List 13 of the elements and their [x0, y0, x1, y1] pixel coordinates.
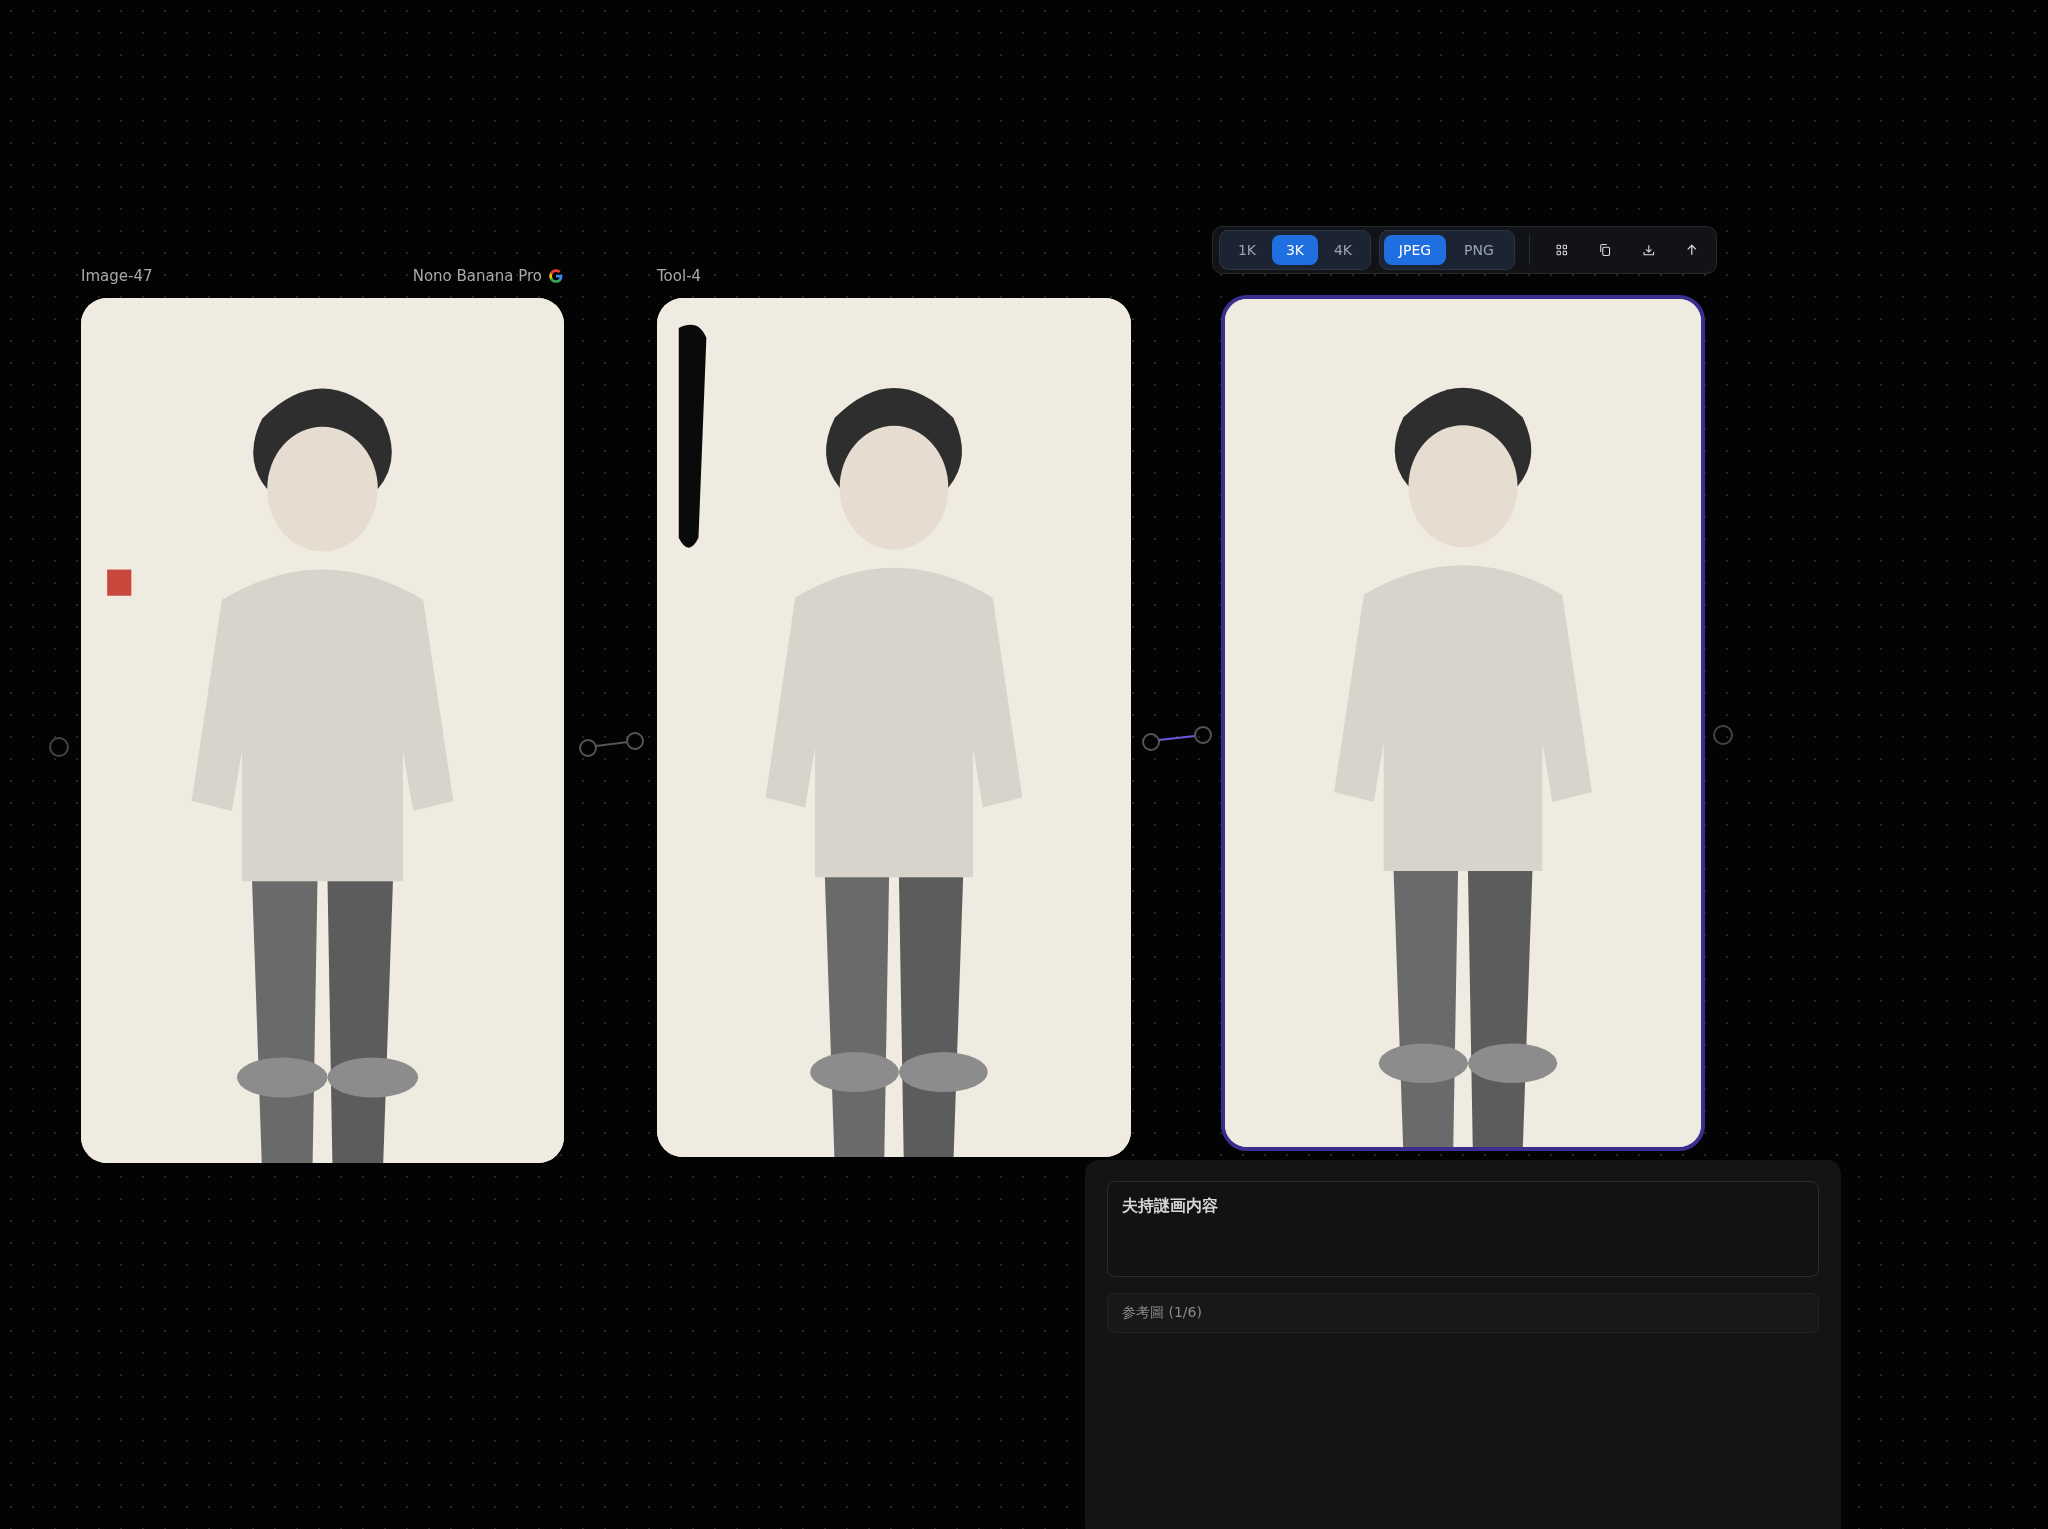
connection-edge	[1141, 725, 1213, 753]
node-title: Image-47	[81, 267, 154, 285]
resolution-option[interactable]: 3K	[1272, 235, 1318, 265]
prompt-field[interactable]: 夫持謎画内容	[1107, 1181, 1819, 1277]
format-option[interactable]: PNG	[1448, 235, 1510, 265]
resolution-option[interactable]: 1K	[1224, 235, 1270, 265]
resolution-option[interactable]: 4K	[1320, 235, 1366, 265]
format-option[interactable]: JPEG	[1384, 235, 1446, 265]
reference-images-bar[interactable]: 参考圖 (1/6)	[1107, 1293, 1819, 1333]
model-label: Nono Banana Pro	[412, 267, 542, 285]
google-logo-icon	[548, 268, 564, 284]
node-title: Tool-4	[657, 267, 703, 285]
reference-count: 参考圖 (1/6)	[1122, 1304, 1202, 1322]
